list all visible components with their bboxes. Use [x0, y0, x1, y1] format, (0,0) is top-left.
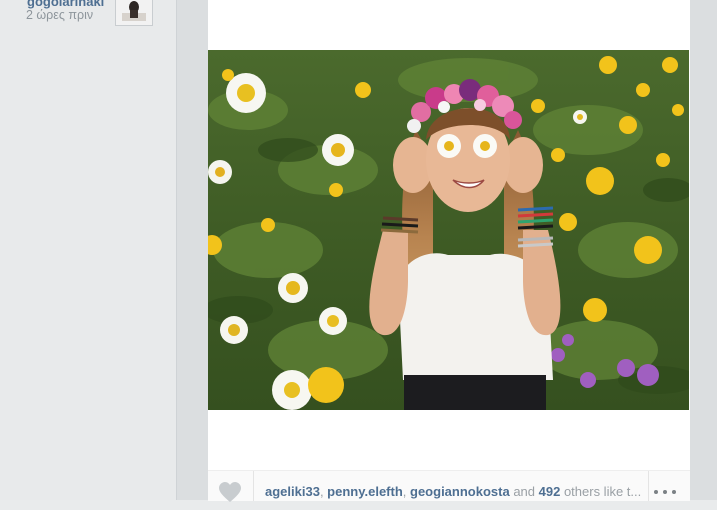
more-dot [672, 490, 676, 494]
post-photo[interactable] [208, 50, 689, 410]
post-photo-image [208, 50, 689, 410]
likes-divider [253, 471, 254, 501]
notification-timestamp: 2 ώρες πριν [26, 8, 94, 22]
likes-count[interactable]: 492 [539, 484, 561, 499]
notification-panel: gogolarinaki 2 ώρες πριν [0, 0, 176, 500]
post-footer: ageliki33, penny.elefth, geogiannokosta … [208, 470, 690, 502]
likes-suffix: others like t... [560, 484, 642, 499]
more-dot [654, 490, 658, 494]
liker-link[interactable]: geogiannokosta [410, 484, 510, 499]
likes-conjunction: and [509, 484, 539, 499]
likes-separator: , [402, 484, 411, 499]
liker-link[interactable]: ageliki33 [265, 484, 320, 499]
left-gutter [176, 0, 209, 500]
more-dot [663, 490, 667, 494]
more-options-icon[interactable] [654, 485, 682, 499]
heart-icon[interactable] [218, 481, 242, 505]
likes-summary: ageliki33, penny.elefth, geogiannokosta … [265, 484, 643, 499]
user-photo-thumbnail[interactable] [115, 0, 153, 26]
thumbnail-image [116, 0, 152, 25]
more-divider [648, 471, 649, 501]
right-gutter [690, 0, 717, 500]
liker-link[interactable]: penny.elefth [327, 484, 403, 499]
heart-icon-shape [219, 482, 241, 502]
post-card: ageliki33, penny.elefth, geogiannokosta … [208, 0, 690, 502]
